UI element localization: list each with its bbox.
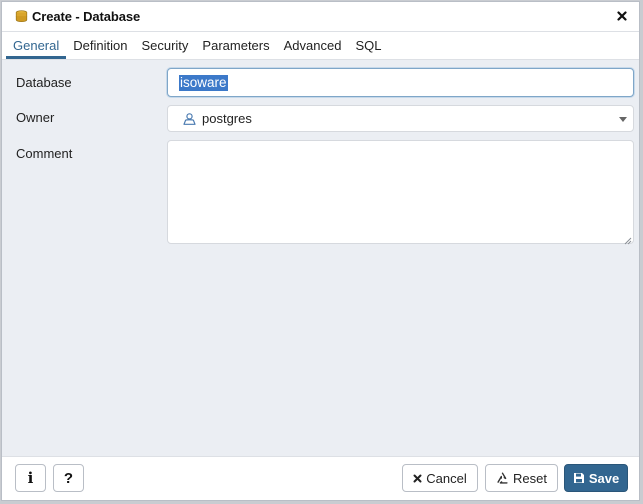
cancel-label: Cancel: [426, 470, 467, 486]
database-name-value: isoware: [179, 74, 228, 91]
resize-grip-icon[interactable]: [623, 233, 632, 245]
save-label: Save: [588, 470, 620, 486]
help-button[interactable]: ?: [53, 464, 84, 492]
user-icon: [183, 112, 196, 125]
tab-sql[interactable]: SQL: [348, 32, 388, 59]
tab-definition[interactable]: Definition: [66, 32, 134, 59]
tab-advanced[interactable]: Advanced: [277, 32, 349, 59]
tab-security[interactable]: Security: [134, 32, 195, 59]
dialog-title: Create - Database: [32, 9, 141, 24]
save-button[interactable]: Save: [564, 464, 628, 492]
chevron-down-icon[interactable]: [619, 117, 627, 122]
tab-general[interactable]: General: [6, 32, 67, 59]
comment-textarea[interactable]: [167, 140, 634, 245]
close-icon[interactable]: [615, 9, 629, 23]
reset-label: Reset: [513, 470, 547, 486]
owner-select[interactable]: postgres: [167, 105, 634, 132]
dialog-footer: i ? Cancel Reset Save: [2, 456, 639, 500]
database-icon: [15, 10, 28, 23]
comment-label: Comment: [16, 146, 73, 161]
owner-value: postgres: [202, 111, 252, 126]
database-name-input[interactable]: isoware: [167, 68, 634, 97]
reset-button[interactable]: Reset: [485, 464, 558, 492]
cancel-button[interactable]: Cancel: [402, 464, 478, 492]
recycle-icon: [496, 472, 509, 485]
info-button[interactable]: i: [15, 464, 46, 492]
tab-bar: General Definition Security Parameters A…: [2, 32, 639, 60]
close-icon: [413, 474, 422, 483]
help-icon: ?: [63, 469, 74, 487]
floppy-disk-icon: [573, 472, 585, 484]
tab-parameters[interactable]: Parameters: [195, 32, 276, 59]
info-icon: i: [27, 469, 34, 487]
create-database-dialog: Create - Database General Definition Sec…: [1, 1, 640, 501]
owner-label: Owner: [16, 110, 55, 125]
database-label: Database: [16, 75, 72, 90]
dialog-titlebar[interactable]: Create - Database: [2, 2, 639, 32]
